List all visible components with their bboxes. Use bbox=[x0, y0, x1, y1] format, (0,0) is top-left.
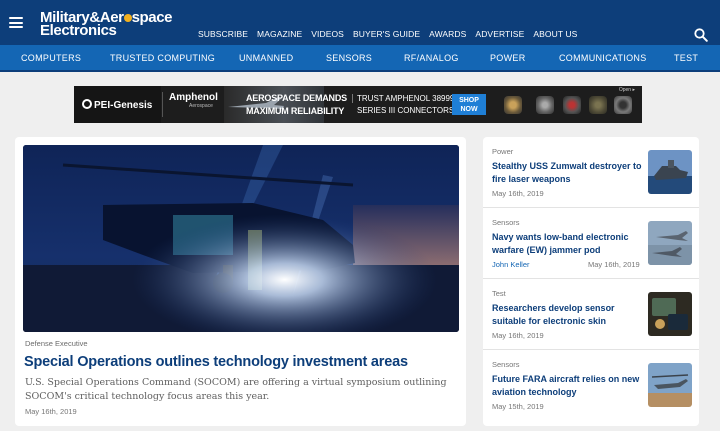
connector-image-5 bbox=[614, 96, 632, 114]
list-item-author[interactable]: John Keller bbox=[492, 260, 530, 269]
list-item-category[interactable]: Test bbox=[492, 289, 506, 298]
list-item-title[interactable]: Future FARA aircraft relies on new aviat… bbox=[492, 373, 642, 399]
logo-word-space: space bbox=[131, 9, 173, 26]
featured-article-date: May 16th, 2019 bbox=[25, 407, 77, 416]
featured-article-card: Defense Executive Special Operations out… bbox=[15, 137, 466, 426]
list-item-title[interactable]: Navy wants low-band electronic warfare (… bbox=[492, 231, 642, 257]
list-item-meta: John Keller May 16th, 2019 bbox=[492, 260, 642, 269]
category-rf-analog[interactable]: RF/ANALOG bbox=[404, 53, 459, 63]
ad-banner[interactable]: PEI-Genesis Amphenol Aerospace AEROSPACE … bbox=[74, 86, 642, 123]
ad-subline-2: SERIES III CONNECTORS bbox=[357, 106, 455, 115]
category-sensors[interactable]: SENSORS bbox=[326, 53, 372, 63]
site-header: Military&Aer space Electronics SUBSCRIBE … bbox=[0, 0, 720, 45]
category-test[interactable]: TEST bbox=[674, 53, 698, 63]
pei-logo-icon bbox=[82, 99, 92, 109]
list-item-date: May 16th, 2019 bbox=[492, 189, 544, 198]
list-item-date: May 16th, 2019 bbox=[492, 331, 544, 340]
category-unmanned[interactable]: UNMANNED bbox=[239, 53, 293, 63]
sidebar-article-list: Power Stealthy USS Zumwalt destroyer to … bbox=[483, 137, 699, 426]
connector-image-1 bbox=[504, 96, 522, 114]
list-item-thumbnail[interactable] bbox=[648, 292, 692, 336]
list-item-thumbnail[interactable] bbox=[648, 150, 692, 194]
connector-image-2 bbox=[536, 96, 554, 114]
featured-article-image[interactable] bbox=[23, 145, 459, 332]
connector-image-3 bbox=[563, 96, 581, 114]
ad-choice-badge[interactable]: Open ▸ bbox=[619, 87, 635, 93]
ad-brand-pei-genesis: PEI-Genesis bbox=[74, 86, 161, 123]
ad-headline-2: MAXIMUM RELIABILITY bbox=[246, 106, 345, 116]
ad-shop-now-button[interactable]: SHOP NOW bbox=[452, 94, 486, 115]
category-power[interactable]: POWER bbox=[490, 53, 526, 63]
list-item-thumbnail[interactable] bbox=[648, 363, 692, 407]
list-item-date: May 16th, 2019 bbox=[588, 260, 640, 269]
ad-headline-1: AEROSPACE DEMANDS bbox=[246, 93, 347, 103]
featured-article-description: U.S. Special Operations Command (SOCOM) … bbox=[25, 377, 447, 402]
nav-advertise[interactable]: ADVERTISE bbox=[475, 29, 524, 39]
category-nav: COMPUTERS TRUSTED COMPUTING UNMANNED SEN… bbox=[0, 45, 720, 72]
search-icon[interactable] bbox=[694, 28, 708, 42]
category-communications[interactable]: COMMUNICATIONS bbox=[559, 53, 647, 63]
nav-videos[interactable]: VIDEOS bbox=[311, 29, 344, 39]
featured-article-title[interactable]: Special Operations outlines technology i… bbox=[24, 354, 408, 370]
list-item-title[interactable]: Researchers develop sensor suitable for … bbox=[492, 302, 642, 328]
list-item: Power Stealthy USS Zumwalt destroyer to … bbox=[483, 137, 699, 208]
site-logo[interactable]: Military&Aer space Electronics bbox=[40, 9, 173, 38]
list-item: Test Researchers develop sensor suitable… bbox=[483, 279, 699, 350]
list-item-category[interactable]: Sensors bbox=[492, 360, 520, 369]
category-trusted-computing[interactable]: TRUSTED COMPUTING bbox=[110, 53, 215, 63]
list-item-meta: May 16th, 2019 bbox=[492, 331, 642, 340]
list-item: Sensors Navy wants low-band electronic w… bbox=[483, 208, 699, 279]
ad-brand-amphenol: Amphenol Aerospace bbox=[162, 92, 224, 117]
top-nav: SUBSCRIBE MAGAZINE VIDEOS BUYER'S GUIDE … bbox=[198, 29, 586, 39]
list-item: Sensors Future FARA aircraft relies on n… bbox=[483, 350, 699, 421]
ad-brand2-sub: Aerospace bbox=[189, 103, 213, 109]
list-item-meta: May 16th, 2019 bbox=[492, 189, 642, 198]
nav-awards[interactable]: AWARDS bbox=[429, 29, 466, 39]
ad-brand2-text: Amphenol bbox=[169, 92, 218, 103]
list-item-date: May 15th, 2019 bbox=[492, 402, 544, 411]
ad-jet-image bbox=[224, 86, 324, 123]
nav-about-us[interactable]: ABOUT US bbox=[533, 29, 577, 39]
list-item-meta: May 15th, 2019 bbox=[492, 402, 642, 411]
featured-article-category[interactable]: Defense Executive bbox=[25, 339, 88, 348]
ad-brand1-text: PEI-Genesis bbox=[94, 100, 153, 111]
nav-magazine[interactable]: MAGAZINE bbox=[257, 29, 302, 39]
list-item-category[interactable]: Power bbox=[492, 147, 513, 156]
ad-subline-1: TRUST AMPHENOL 38999 bbox=[352, 94, 454, 103]
nav-buyers-guide[interactable]: BUYER'S GUIDE bbox=[353, 29, 420, 39]
logo-dot-icon bbox=[123, 13, 132, 22]
connector-image-4 bbox=[589, 96, 607, 114]
list-item-category[interactable]: Sensors bbox=[492, 218, 520, 227]
category-computers[interactable]: COMPUTERS bbox=[21, 53, 81, 63]
list-item-title[interactable]: Stealthy USS Zumwalt destroyer to fire l… bbox=[492, 160, 642, 186]
hamburger-icon[interactable] bbox=[9, 17, 23, 28]
nav-subscribe[interactable]: SUBSCRIBE bbox=[198, 29, 248, 39]
list-item-thumbnail[interactable] bbox=[648, 221, 692, 265]
